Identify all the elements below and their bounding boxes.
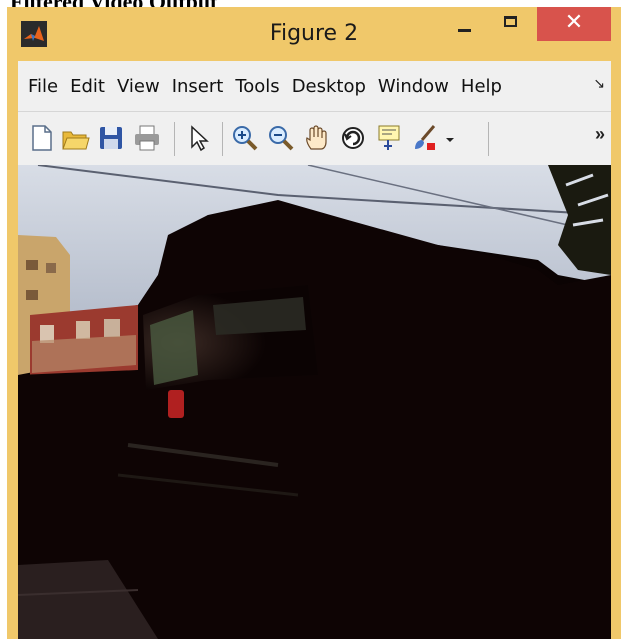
pan-hand-icon[interactable] [302, 123, 332, 153]
close-button[interactable]: ✕ [537, 7, 611, 41]
print-icon[interactable] [132, 123, 162, 153]
figure-client-area: File Edit View Insert Tools Desktop Wind… [18, 61, 611, 639]
zoom-in-icon[interactable] [230, 123, 260, 153]
title-bar[interactable]: Figure 2 ✕ [7, 7, 621, 61]
video-frame-image [18, 165, 611, 639]
save-icon[interactable] [96, 123, 126, 153]
menu-help[interactable]: Help [461, 76, 502, 97]
menu-file[interactable]: File [28, 76, 58, 97]
menu-window[interactable]: Window [378, 76, 449, 97]
maximize-button[interactable] [489, 7, 535, 41]
menu-insert[interactable]: Insert [172, 76, 224, 97]
edit-plot-arrow-icon[interactable] [184, 123, 214, 153]
toolbar-separator [174, 122, 175, 156]
zoom-out-icon[interactable] [266, 123, 296, 153]
menu-overflow-icon[interactable]: ↘ [593, 76, 605, 92]
minimize-button[interactable] [443, 7, 487, 41]
brush-dropdown-icon[interactable] [443, 123, 457, 153]
toolbar-separator [222, 122, 223, 156]
brush-icon[interactable] [410, 123, 440, 153]
figure-window: Figure 2 ✕ File Edit View Insert Tools D… [7, 7, 621, 639]
video-frame-picture [18, 165, 611, 639]
toolbar-overflow-icon[interactable]: » [595, 124, 605, 145]
menu-view[interactable]: View [117, 76, 160, 97]
data-cursor-icon[interactable] [374, 123, 404, 153]
menu-tools[interactable]: Tools [235, 76, 279, 97]
toolbar-separator [488, 122, 489, 156]
open-file-icon[interactable] [60, 123, 90, 153]
menu-bar: File Edit View Insert Tools Desktop Wind… [18, 61, 611, 111]
menu-desktop[interactable]: Desktop [292, 76, 366, 97]
rotate-3d-icon[interactable] [338, 123, 368, 153]
toolbar: » [18, 111, 611, 165]
new-figure-icon[interactable] [26, 123, 56, 153]
menu-edit[interactable]: Edit [70, 76, 105, 97]
